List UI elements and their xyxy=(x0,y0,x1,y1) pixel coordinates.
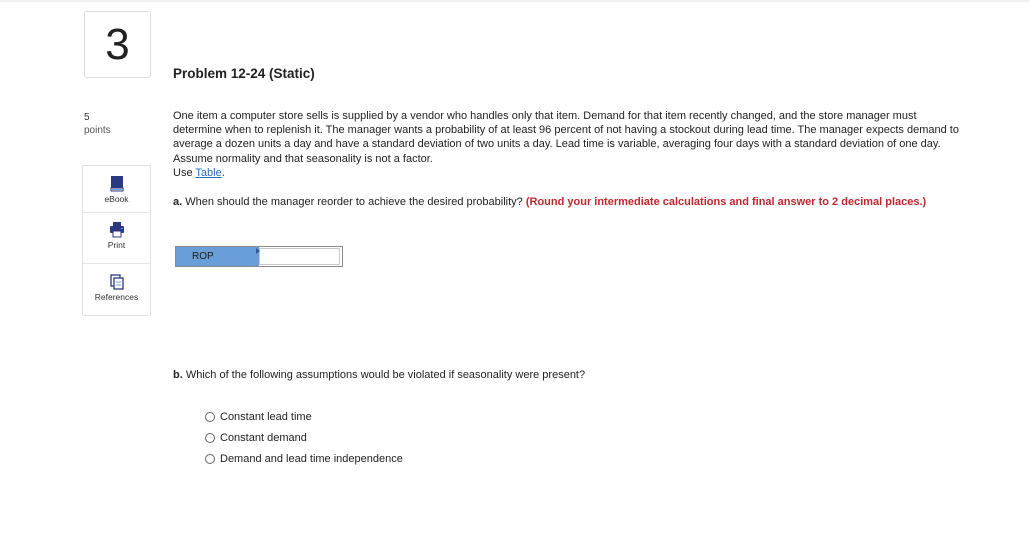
use-suffix: . xyxy=(221,166,225,179)
option-demand-leadtime-independence[interactable]: Demand and lead time independence xyxy=(205,453,403,465)
print-icon xyxy=(109,222,124,238)
ebook-label: eBook xyxy=(104,194,129,204)
option-constant-demand[interactable]: Constant demand xyxy=(205,432,307,444)
table-link[interactable]: Table xyxy=(195,167,221,179)
part-a-text: When should the manager reorder to achie… xyxy=(182,196,526,208)
part-a-instruction: (Round your intermediate calculations an… xyxy=(525,196,927,208)
points-value: 5 xyxy=(84,112,90,123)
option-constant-lead-time[interactable]: Constant lead time xyxy=(205,411,312,423)
problem-body: One item a computer store sells is suppl… xyxy=(173,110,959,165)
points-label: points xyxy=(84,125,111,136)
radio-icon[interactable] xyxy=(205,454,215,464)
question-number: 3 xyxy=(84,11,151,78)
option-label: Constant demand xyxy=(220,432,307,444)
problem-title: Problem 12-24 (Static) xyxy=(173,66,315,81)
option-label: Constant lead time xyxy=(220,411,312,423)
rop-label-text: ROP xyxy=(192,251,214,262)
references-button[interactable]: References xyxy=(83,273,150,302)
caret-right-icon xyxy=(256,248,260,254)
radio-icon[interactable] xyxy=(205,433,215,443)
tools-panel: eBook Print References xyxy=(82,165,151,316)
radio-icon[interactable] xyxy=(205,412,215,422)
references-label: References xyxy=(94,292,139,302)
problem-statement: One item a computer store sells is suppl… xyxy=(173,109,963,180)
print-label: Print xyxy=(107,240,126,250)
ebook-icon xyxy=(110,176,123,192)
option-label: Demand and lead time independence xyxy=(220,453,403,465)
part-b-lead: b. xyxy=(173,369,183,381)
references-icon xyxy=(109,274,124,290)
tool-divider xyxy=(83,212,150,213)
tool-divider xyxy=(83,263,150,264)
ebook-button[interactable]: eBook xyxy=(83,175,150,204)
use-prefix: Use xyxy=(173,166,196,179)
part-b-question: b. Which of the following assumptions wo… xyxy=(173,369,585,381)
part-a-lead: a. xyxy=(173,196,183,208)
rop-input[interactable] xyxy=(259,248,340,265)
print-button[interactable]: Print xyxy=(83,221,150,250)
rop-label: ROP xyxy=(176,247,260,266)
top-divider xyxy=(0,0,1029,2)
rop-answer-row: ROP xyxy=(175,246,343,267)
part-b-text: Which of the following assumptions would… xyxy=(182,369,586,381)
part-a-question: a. When should the manager reorder to ac… xyxy=(173,195,963,210)
